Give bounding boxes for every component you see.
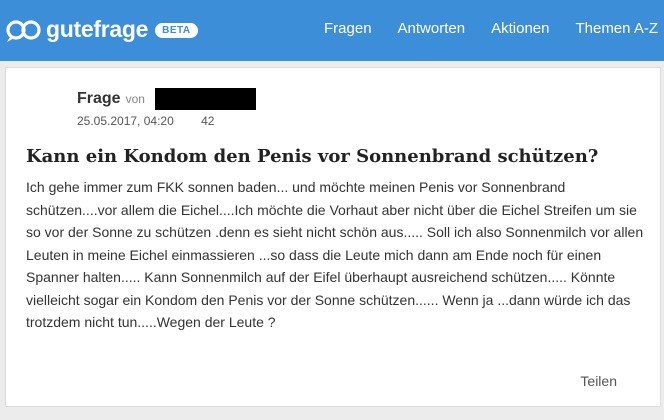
question-body: Ich gehe immer zum FKK sonnen baden... u… — [26, 179, 644, 330]
question-title: Kann ein Kondom den Penis vor Sonnenbran… — [26, 146, 599, 167]
site-logo[interactable]: gutefrage BETA — [6, 14, 198, 46]
nav-themen-a-z[interactable]: Themen A-Z — [575, 20, 658, 37]
logo-text: gutefrage — [46, 15, 149, 42]
author-prefix: von — [125, 92, 145, 106]
nav-fragen[interactable]: Fragen — [324, 20, 372, 37]
share-button[interactable]: Teilen — [580, 373, 617, 389]
nav-aktionen[interactable]: Aktionen — [491, 20, 549, 37]
question-meta: Frage von — [77, 90, 145, 108]
question-type-label: Frage — [77, 90, 121, 107]
answer-count[interactable]: 42 — [201, 114, 214, 128]
question-date: 25.05.2017, 04:20 — [77, 114, 174, 128]
beta-badge: BETA — [155, 22, 198, 38]
main-nav: Fragen Antworten Aktionen Themen A-Z — [298, 20, 658, 37]
top-navigation-bar: gutefrage BETA Fragen Antworten Aktionen… — [0, 0, 664, 61]
nav-antworten[interactable]: Antworten — [398, 20, 466, 37]
redacted-author-name — [155, 88, 256, 110]
logo-icon — [6, 20, 41, 42]
question-sub-meta: 25.05.2017, 04:20 42 — [77, 114, 214, 128]
question-card: Frage von 25.05.2017, 04:20 42 Kann ein … — [5, 67, 661, 407]
